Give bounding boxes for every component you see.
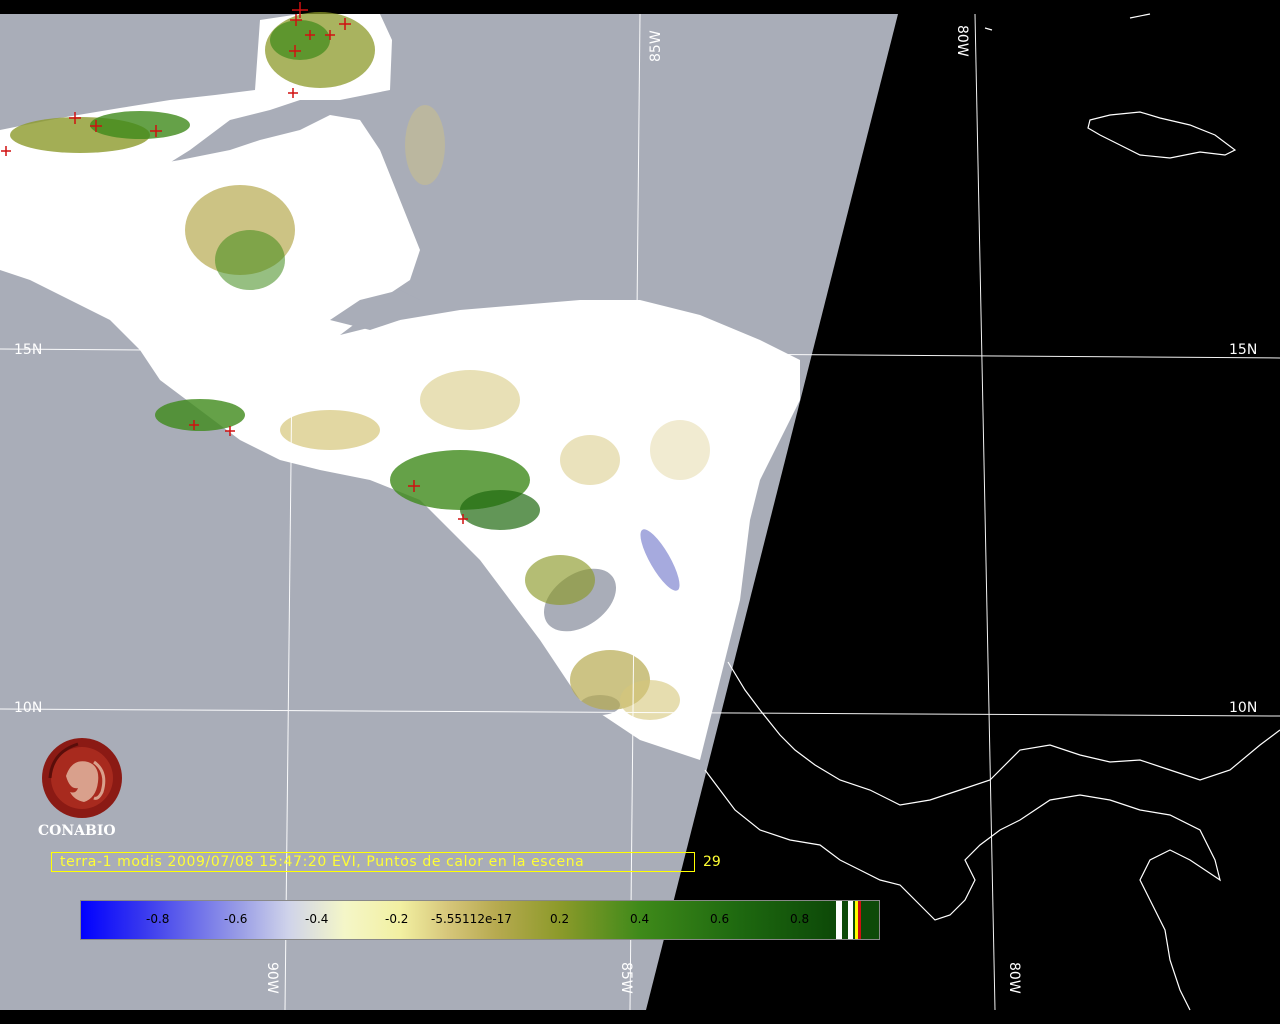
logo-text: CONABIO — [38, 823, 116, 839]
scale-white-stripe-2 — [848, 901, 853, 939]
lon-label-85w-top: 85W — [648, 30, 664, 62]
scale-tick: 0.6 — [710, 912, 730, 926]
scale-tick: 0.4 — [630, 912, 650, 926]
lat-label-10n-left: 10N — [14, 700, 42, 716]
scale-white-stripe — [836, 901, 842, 939]
scale-tick: -0.8 — [146, 912, 170, 926]
lat-label-15n-left: 15N — [14, 342, 42, 358]
lat-label-15n-right: 15N — [1229, 342, 1257, 358]
lon-label-80w-top: 80W — [954, 25, 970, 57]
scale-tick: -5.55112e-17 — [431, 912, 512, 926]
scale-tick: -0.4 — [305, 912, 329, 926]
scale-red-stripe — [858, 901, 861, 939]
lon-label-80w-bottom: 80W — [1006, 962, 1022, 994]
scale-tick: -0.6 — [224, 912, 248, 926]
scale-tick: -0.2 — [385, 912, 409, 926]
hotspot-count: 29 — [703, 854, 721, 870]
lon-label-85w-bottom: 85W — [618, 962, 634, 994]
lon-label-90w-bottom: 90W — [264, 962, 280, 994]
scene-caption: terra-1 modis 2009/07/08 15:47:20 EVI, P… — [51, 852, 695, 872]
scale-tick: 0.8 — [790, 912, 810, 926]
lat-label-10n-right: 10N — [1229, 700, 1257, 716]
scale-tick: 0.2 — [550, 912, 570, 926]
